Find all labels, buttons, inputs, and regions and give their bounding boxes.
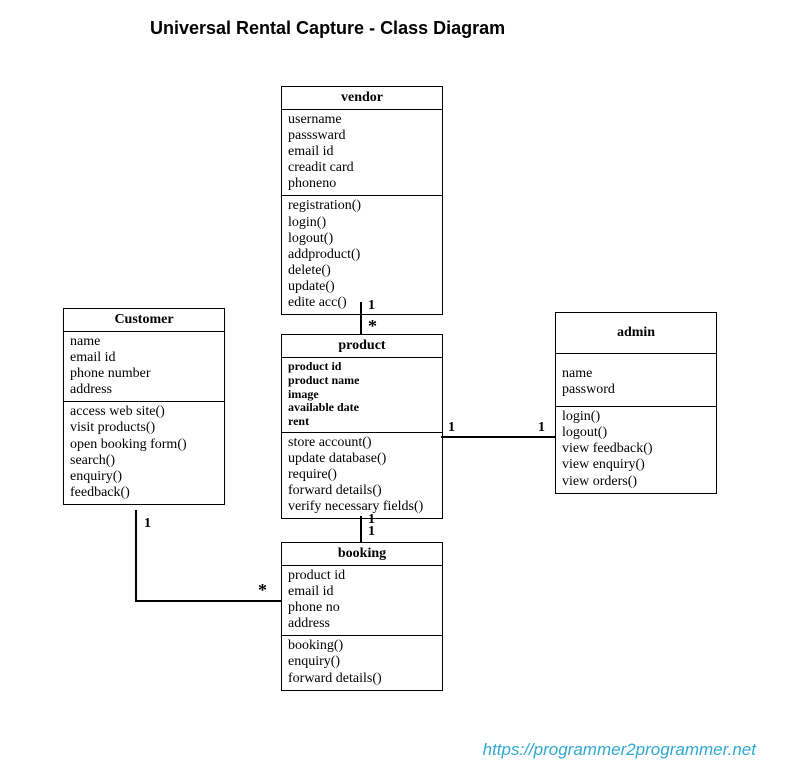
diagram-title: Universal Rental Capture - Class Diagram	[150, 18, 505, 39]
attr: name	[70, 334, 218, 350]
mult-vendor-product-bottom: *	[368, 316, 377, 337]
class-product: product product id product name image av…	[281, 334, 443, 519]
mult-product-admin-right: 1	[538, 420, 545, 436]
class-admin-name: admin	[556, 313, 716, 354]
mult-customer-booking-top: 1	[144, 516, 151, 532]
op: logout()	[562, 425, 710, 441]
op: update()	[288, 279, 436, 295]
attr: product id	[288, 568, 436, 584]
mult-product-admin-left: 1	[448, 420, 455, 436]
class-customer-attrs: name email id phone number address	[64, 332, 224, 402]
op: search()	[70, 453, 218, 469]
op: forward details()	[288, 671, 436, 687]
attr: product id	[288, 360, 436, 374]
class-customer-name: Customer	[64, 309, 224, 332]
op: delete()	[288, 263, 436, 279]
op: registration()	[288, 198, 436, 214]
class-vendor: vendor username passsward email id cread…	[281, 86, 443, 315]
attr: username	[288, 112, 436, 128]
class-booking-name: booking	[282, 543, 442, 566]
op: verify necessary fields()	[288, 499, 436, 515]
attr: email id	[288, 584, 436, 600]
watermark-url: https://programmer2programmer.net	[483, 740, 756, 760]
op: open booking form()	[70, 437, 218, 453]
class-vendor-name: vendor	[282, 87, 442, 110]
attr: email id	[288, 144, 436, 160]
class-admin-attrs: name password	[556, 354, 716, 407]
mult-vendor-product-top: 1	[368, 298, 375, 314]
class-vendor-attrs: username passsward email id creadit card…	[282, 110, 442, 196]
class-product-attrs: product id product name image available …	[282, 358, 442, 433]
class-booking-ops: booking() enquiry() forward details()	[282, 636, 442, 689]
class-admin: admin name password login() logout() vie…	[555, 312, 717, 494]
op: update database()	[288, 451, 436, 467]
connector-product-booking	[360, 516, 362, 542]
op: edite acc()	[288, 295, 436, 311]
op: login()	[288, 215, 436, 231]
connector-product-admin	[441, 436, 555, 438]
op: logout()	[288, 231, 436, 247]
connector-customer-booking-v	[135, 510, 137, 602]
op: enquiry()	[70, 469, 218, 485]
attr: passsward	[288, 128, 436, 144]
attr: product name	[288, 374, 436, 388]
class-product-name: product	[282, 335, 442, 358]
class-product-ops: store account() update database() requir…	[282, 433, 442, 518]
attr: address	[288, 616, 436, 632]
connector-vendor-product	[360, 302, 362, 334]
attr: image	[288, 388, 436, 402]
op: view orders()	[562, 474, 710, 490]
attr: creadit card	[288, 160, 436, 176]
op: forward details()	[288, 483, 436, 499]
op: require()	[288, 467, 436, 483]
mult-customer-booking-right: *	[258, 580, 267, 601]
op: login()	[562, 409, 710, 425]
attr: name	[562, 366, 710, 382]
class-admin-ops: login() logout() view feedback() view en…	[556, 407, 716, 492]
op: access web site()	[70, 404, 218, 420]
mult-product-booking-bottom: 1	[368, 524, 375, 540]
op: store account()	[288, 435, 436, 451]
class-customer: Customer name email id phone number addr…	[63, 308, 225, 505]
attr: email id	[70, 350, 218, 366]
attr: rent	[288, 415, 436, 429]
class-booking: booking product id email id phone no add…	[281, 542, 443, 691]
op: addproduct()	[288, 247, 436, 263]
op: booking()	[288, 638, 436, 654]
op: view enquiry()	[562, 457, 710, 473]
op: feedback()	[70, 485, 218, 501]
attr: available date	[288, 401, 436, 415]
attr: phoneno	[288, 176, 436, 192]
attr: password	[562, 382, 710, 398]
op: view feedback()	[562, 441, 710, 457]
class-vendor-ops: registration() login() logout() addprodu…	[282, 196, 442, 314]
class-booking-attrs: product id email id phone no address	[282, 566, 442, 636]
op: enquiry()	[288, 654, 436, 670]
op: visit products()	[70, 420, 218, 436]
class-customer-ops: access web site() visit products() open …	[64, 402, 224, 504]
attr: phone number	[70, 366, 218, 382]
attr: phone no	[288, 600, 436, 616]
attr: address	[70, 382, 218, 398]
